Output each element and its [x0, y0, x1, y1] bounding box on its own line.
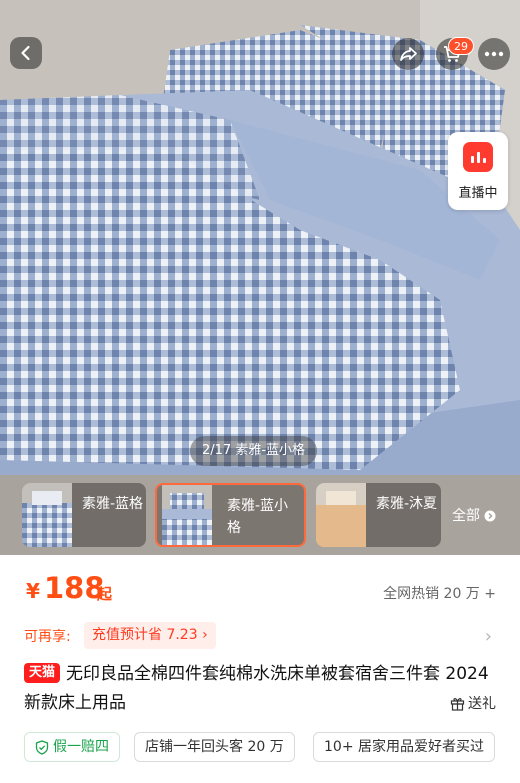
live-bars-icon — [463, 142, 493, 172]
price-currency: ¥ — [26, 579, 40, 603]
promo-row[interactable]: 可再享: 充值预计省 7.23 › › — [0, 620, 520, 652]
price-section: ¥ 188 起 全网热销 20 万 + — [0, 555, 520, 620]
sales-count: 全网热销 20 万 + — [383, 586, 496, 602]
price-suffix: 起 — [97, 585, 113, 603]
see-all-variants-button[interactable]: 全部 — [452, 505, 496, 525]
promo-tag-text: 充值预计省 7.23 — [92, 627, 198, 643]
repeat-customer-chip[interactable]: 店铺一年回头客 20 万 — [134, 732, 295, 762]
variant-option-selected[interactable]: 素雅-蓝小格 — [155, 483, 306, 547]
variant-selector-strip: 素雅-蓝格 素雅-蓝小格 素雅-沐夏 全部 — [0, 475, 520, 555]
live-label: 直播中 — [458, 186, 498, 201]
shield-check-icon — [35, 739, 49, 755]
bedding-photo — [0, 0, 520, 475]
variant-option[interactable]: 素雅-沐夏 — [316, 483, 441, 547]
variant-option[interactable]: 素雅-蓝格 — [22, 483, 146, 547]
buyers-chip[interactable]: 10+ 居家用品爱好者买过 — [313, 732, 495, 762]
image-index-caption: 2/17 素雅-蓝小格 — [190, 436, 318, 466]
price-amount: 188 — [44, 571, 105, 605]
guarantee-chip[interactable]: 假一赔四 — [24, 732, 120, 762]
product-title: 无印良品全棉四件套纯棉水洗床单被套宿舍三件套 2024 新款床上用品 — [24, 664, 489, 713]
more-dots-icon — [484, 51, 504, 57]
product-title-section: 天猫 无印良品全棉四件套纯棉水洗床单被套宿舍三件套 2024 新款床上用品 送礼 — [0, 660, 520, 722]
service-chips: 假一赔四 店铺一年回头客 20 万 10+ 居家用品爱好者买过 — [0, 732, 520, 764]
variant-thumbnail — [22, 483, 72, 547]
back-button[interactable] — [10, 37, 42, 69]
see-all-label: 全部 — [452, 508, 480, 524]
more-button[interactable] — [478, 38, 510, 70]
chevron-left-icon — [21, 45, 30, 61]
promo-label: 可再享: — [24, 629, 71, 645]
chevron-right-icon — [484, 510, 496, 522]
gift-button[interactable]: 送礼 — [450, 693, 496, 713]
share-arrow-icon — [400, 47, 417, 61]
gift-icon — [450, 697, 465, 711]
cart-count-badge: 29 — [448, 37, 474, 55]
product-main-image[interactable]: 29 直播中 2/17 素雅-蓝小格 — [0, 0, 520, 475]
variant-thumbnail — [316, 483, 366, 547]
repeat-customer-label: 店铺一年回头客 20 万 — [145, 739, 284, 755]
variant-label: 素雅-蓝小格 — [227, 498, 289, 536]
variant-label: 素雅-沐夏 — [376, 496, 438, 512]
variant-thumbnail — [162, 485, 212, 545]
promo-tag[interactable]: 充值预计省 7.23 › — [84, 622, 216, 649]
chevron-right-icon: › — [202, 627, 208, 643]
gift-label: 送礼 — [468, 696, 496, 712]
guarantee-label: 假一赔四 — [53, 739, 109, 755]
share-button[interactable] — [392, 38, 424, 70]
variant-label: 素雅-蓝格 — [82, 496, 144, 512]
buyers-label: 10+ 居家用品爱好者买过 — [324, 739, 484, 755]
live-stream-entry[interactable]: 直播中 — [448, 132, 508, 210]
chevron-right-icon: › — [484, 626, 492, 647]
